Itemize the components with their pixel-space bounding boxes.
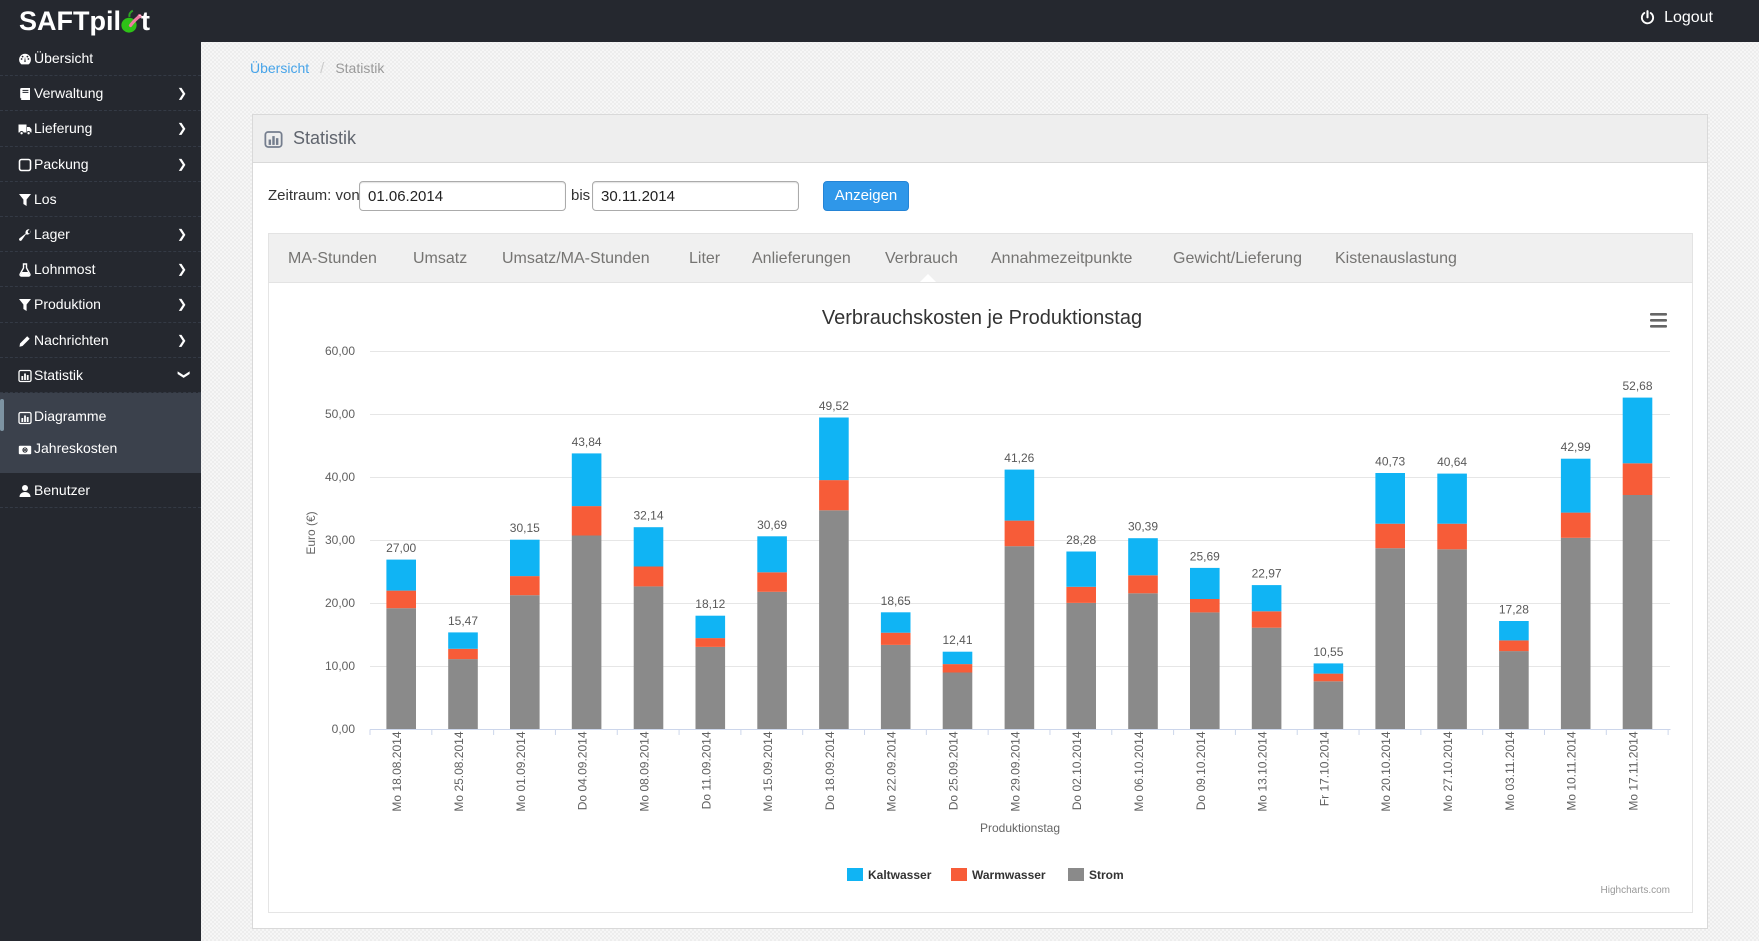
svg-text:40,64: 40,64 [1437,455,1467,469]
svg-text:Warmwasser: Warmwasser [972,868,1046,882]
svg-text:Kaltwasser: Kaltwasser [868,868,932,882]
svg-text:42,99: 42,99 [1561,440,1591,454]
svg-text:Produktionstag: Produktionstag [980,821,1060,835]
svg-text:49,52: 49,52 [819,399,849,413]
svg-text:40,00: 40,00 [325,470,355,484]
svg-text:Verbrauchskosten je Produktion: Verbrauchskosten je Produktionstag [822,307,1142,329]
svg-text:Mo 06.10.2014: Mo 06.10.2014 [1132,731,1146,811]
svg-text:22,97: 22,97 [1252,567,1282,581]
svg-text:Mo 25.08.2014: Mo 25.08.2014 [452,731,466,811]
svg-text:Do 25.09.2014: Do 25.09.2014 [947,731,961,810]
svg-text:Mo 29.09.2014: Mo 29.09.2014 [1008,731,1022,811]
svg-text:43,84: 43,84 [572,435,602,449]
svg-text:25,69: 25,69 [1190,549,1220,563]
svg-text:Mo 20.10.2014: Mo 20.10.2014 [1379,731,1393,811]
svg-text:Do 04.09.2014: Do 04.09.2014 [576,731,590,810]
svg-text:10,00: 10,00 [325,659,355,673]
svg-text:Do 02.10.2014: Do 02.10.2014 [1070,731,1084,810]
svg-text:20,00: 20,00 [325,596,355,610]
svg-text:60,00: 60,00 [325,344,355,358]
svg-text:Mo 13.10.2014: Mo 13.10.2014 [1256,731,1270,811]
svg-text:0,00: 0,00 [332,722,356,736]
svg-text:Do 09.10.2014: Do 09.10.2014 [1194,731,1208,810]
svg-text:Do 11.09.2014: Do 11.09.2014 [699,731,713,809]
svg-text:30,69: 30,69 [757,518,787,532]
svg-text:27,00: 27,00 [386,541,416,555]
svg-text:Mo 15.09.2014: Mo 15.09.2014 [761,731,775,811]
svg-text:Mo 08.09.2014: Mo 08.09.2014 [638,731,652,811]
svg-text:50,00: 50,00 [325,407,355,421]
svg-text:32,14: 32,14 [633,509,663,523]
svg-text:30,39: 30,39 [1128,520,1158,534]
svg-text:Fr 17.10.2014: Fr 17.10.2014 [1317,731,1331,806]
svg-text:17,28: 17,28 [1499,603,1529,617]
svg-text:Mo 18.08.2014: Mo 18.08.2014 [390,731,404,811]
svg-text:Mo 17.11.2014: Mo 17.11.2014 [1627,731,1641,810]
svg-text:18,12: 18,12 [695,597,725,611]
svg-text:Highcharts.com: Highcharts.com [1601,885,1670,896]
svg-text:Mo 27.10.2014: Mo 27.10.2014 [1441,731,1455,811]
svg-text:28,28: 28,28 [1066,533,1096,547]
svg-text:30,15: 30,15 [510,521,540,535]
svg-text:40,73: 40,73 [1375,455,1405,469]
svg-text:10,55: 10,55 [1313,645,1343,659]
svg-text:Euro (€): Euro (€) [304,511,318,554]
svg-text:12,41: 12,41 [942,633,972,647]
svg-text:Mo 22.09.2014: Mo 22.09.2014 [885,731,899,811]
svg-text:Strom: Strom [1089,868,1124,882]
svg-text:Mo 01.09.2014: Mo 01.09.2014 [514,731,528,811]
svg-text:18,65: 18,65 [881,594,911,608]
svg-text:15,47: 15,47 [448,614,478,628]
svg-text:Mo 10.11.2014: Mo 10.11.2014 [1565,731,1579,810]
svg-text:0: 0 [23,448,26,454]
svg-text:52,68: 52,68 [1622,379,1652,393]
svg-text:30,00: 30,00 [325,533,355,547]
svg-text:Do 18.09.2014: Do 18.09.2014 [823,731,837,810]
svg-text:Mo 03.11.2014: Mo 03.11.2014 [1503,731,1517,810]
svg-text:41,26: 41,26 [1004,451,1034,465]
